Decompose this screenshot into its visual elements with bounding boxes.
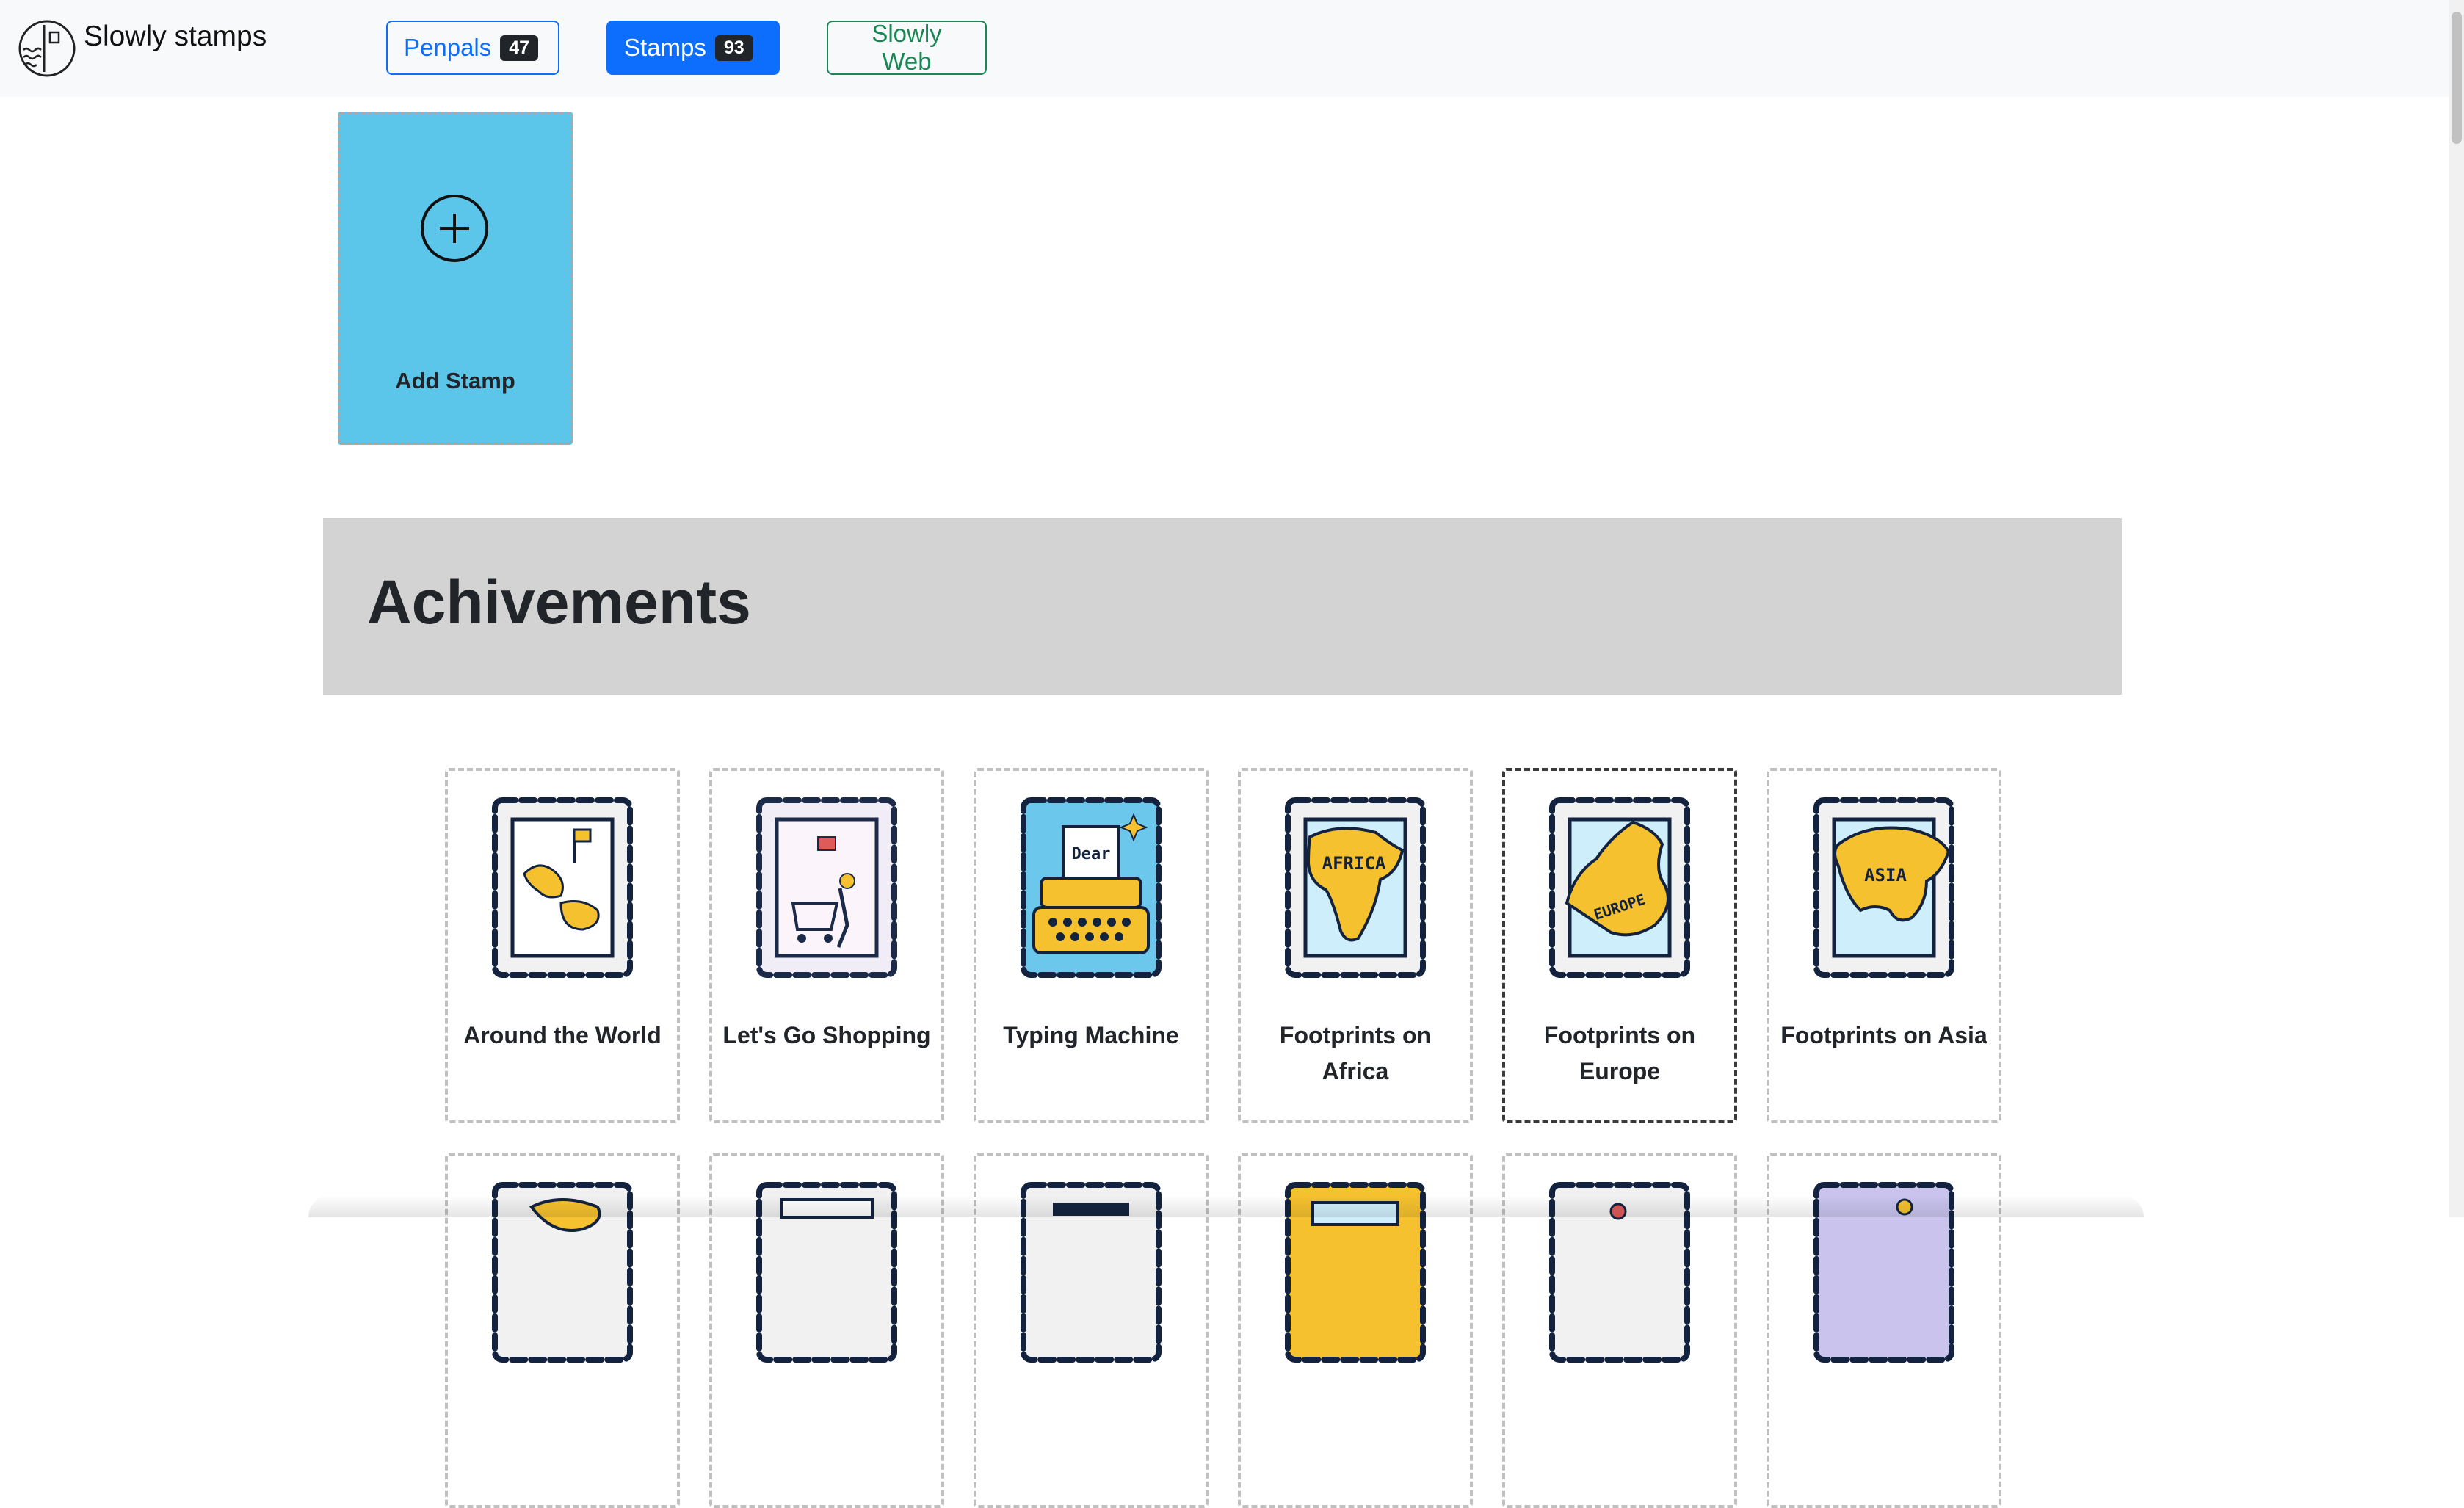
section-title: Achivements <box>367 568 751 637</box>
shopping-cart-icon <box>756 797 897 978</box>
stamp-card-typing-machine[interactable]: Dear Typing Machine <box>974 768 1209 1123</box>
achievements-header: Achivements <box>323 518 2122 695</box>
plus-circle-icon <box>421 195 488 262</box>
stamp-card-lets-go-shopping[interactable]: Let's Go Shopping <box>709 768 944 1123</box>
stamp-card-footprints-on-africa[interactable]: AFRICA Footprints on Africa <box>1238 768 1473 1123</box>
bottom-shadow <box>308 1195 2144 1217</box>
stamp-label: Typing Machine <box>1003 1022 1179 1048</box>
brand[interactable]: Slowly stamps <box>18 19 267 78</box>
scrollbar-thumb[interactable] <box>2452 12 2462 144</box>
penpals-count-badge: 47 <box>500 35 539 61</box>
add-stamp-card[interactable]: Add Stamp <box>338 112 573 445</box>
app-title: Slowly stamps <box>84 21 267 52</box>
penpals-button[interactable]: Penpals 47 <box>386 21 559 75</box>
stamp-label: Let's Go Shopping <box>722 1022 931 1048</box>
stamps-count-badge: 93 <box>714 35 753 61</box>
stamp-label: Footprints on Asia <box>1780 1022 1987 1048</box>
stamp-label: Footprints on Africa <box>1279 1022 1432 1084</box>
navbar: Slowly stamps Penpals 47 Stamps 93 Slowl… <box>0 0 2449 97</box>
envelope-wave-logo-icon <box>18 20 76 77</box>
add-stamp-label: Add Stamp <box>395 368 515 394</box>
stamp-card-footprints-on-europe[interactable]: EUROPE Footprints on Europe <box>1502 768 1737 1123</box>
stamp-label: Footprints on Europe <box>1543 1022 1696 1084</box>
stamp-card-footprints-on-asia[interactable]: ASIA Footprints on Asia <box>1767 768 2001 1123</box>
asia-map-icon: ASIA <box>1813 797 1954 978</box>
stamp-card-around-the-world[interactable]: Around the World <box>445 768 680 1123</box>
scrollbar[interactable] <box>2449 0 2464 1217</box>
africa-map-label: AFRICA <box>1322 853 1386 874</box>
slowly-web-button[interactable]: Slowly Web <box>827 20 987 75</box>
typewriter-dear-text: Dear <box>1072 845 1111 863</box>
stamp-label: Around the World <box>463 1022 662 1048</box>
typewriter-icon: Dear <box>1021 797 1162 978</box>
africa-map-icon: AFRICA <box>1285 797 1426 978</box>
asia-map-label: ASIA <box>1864 865 1907 885</box>
penpals-label: Penpals <box>404 34 492 61</box>
world-map-flag-icon <box>492 797 633 978</box>
europe-map-icon: EUROPE <box>1549 797 1690 978</box>
slowly-web-label: Slowly Web <box>872 20 942 75</box>
stamps-label: Stamps <box>624 34 706 61</box>
stamps-button[interactable]: Stamps 93 <box>606 21 780 75</box>
